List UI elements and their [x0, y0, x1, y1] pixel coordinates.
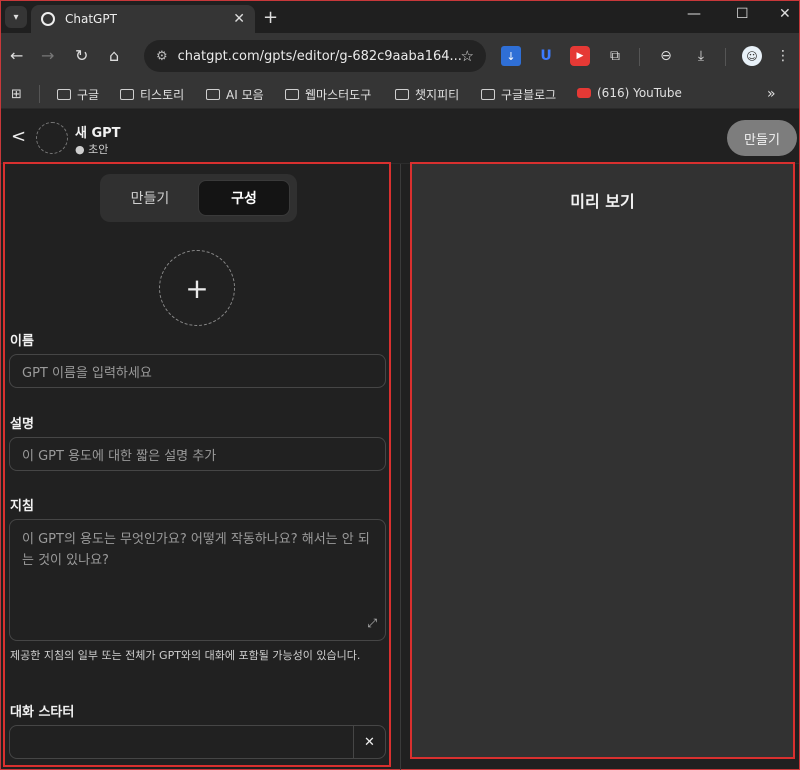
- bookmark-item[interactable]: (616) YouTube: [577, 86, 682, 100]
- browser-tab[interactable]: ChatGPT ✕: [31, 5, 255, 33]
- bookmark-item[interactable]: AI 모음: [206, 86, 264, 103]
- editor-header: < 새 GPT ● 초안 만들기: [1, 110, 799, 164]
- gpt-name: 새 GPT: [75, 126, 121, 141]
- youtube-extension-icon[interactable]: ▶: [570, 46, 590, 66]
- mode-toggle: 만들기 구성: [100, 174, 297, 222]
- tab-strip: ▾ ChatGPT ✕ + — ☐ ✕: [1, 1, 799, 33]
- folder-icon: [481, 89, 495, 100]
- more-menu-icon[interactable]: ⋮: [773, 46, 793, 66]
- back-arrow-icon[interactable]: <: [11, 126, 26, 147]
- conversation-starter-label: 대화 스타터: [10, 705, 75, 720]
- expand-icon[interactable]: ⤢: [367, 613, 377, 634]
- bookmarks-bar: ⊞ 구글 티스토리 AI 모음 웹마스터도구 챗지피티 구글블로그 (616) …: [1, 79, 799, 109]
- address-bar[interactable]: ⚙ chatgpt.com/gpts/editor/g-682c9aaba164…: [144, 40, 486, 72]
- instructions-label: 지침: [10, 499, 34, 514]
- home-icon[interactable]: ⌂: [109, 46, 119, 65]
- configure-panel: 만들기 구성 + 이름 GPT 이름을 입력하세요 설명 이 GPT 용도에 대…: [3, 162, 391, 767]
- tab-search-button[interactable]: ▾: [5, 6, 27, 28]
- folder-icon: [120, 89, 134, 100]
- bookmark-item[interactable]: 구글블로그: [481, 86, 556, 103]
- tab-close-icon[interactable]: ✕: [233, 11, 245, 27]
- panel-divider[interactable]: [400, 164, 401, 770]
- folder-icon: [206, 89, 220, 100]
- create-button[interactable]: 만들기: [727, 120, 797, 156]
- bookmarks-divider: [39, 85, 40, 103]
- tab-create[interactable]: 만들기: [104, 180, 196, 216]
- new-tab-button[interactable]: +: [263, 7, 278, 28]
- site-info-icon[interactable]: ⚙: [156, 49, 168, 64]
- tab-configure[interactable]: 구성: [198, 180, 290, 216]
- description-label: 설명: [10, 417, 34, 432]
- back-icon[interactable]: ←: [10, 46, 23, 65]
- minimize-icon[interactable]: —: [687, 6, 701, 22]
- preview-title: 미리 보기: [570, 192, 635, 211]
- extensions-icon[interactable]: ⧉: [605, 46, 625, 66]
- folder-icon: [285, 89, 299, 100]
- bookmark-star-icon[interactable]: ☆: [461, 47, 474, 65]
- draft-status: ● 초안: [75, 143, 109, 156]
- conversation-starter-input[interactable]: ✕: [9, 725, 386, 759]
- profile-avatar[interactable]: ☺: [742, 46, 762, 66]
- maximize-icon[interactable]: ☐: [736, 6, 749, 22]
- url-text[interactable]: chatgpt.com/gpts/editor/g-682c9aaba164..…: [178, 49, 461, 64]
- browser-toolbar: ← → ↻ ⌂ ⚙ chatgpt.com/gpts/editor/g-682c…: [1, 33, 799, 79]
- folder-icon: [395, 89, 409, 100]
- more-bookmarks-icon[interactable]: »: [767, 86, 776, 102]
- clear-starter-icon[interactable]: ✕: [353, 726, 385, 758]
- add-image-button[interactable]: +: [159, 250, 235, 326]
- youtube-icon: [577, 88, 591, 98]
- tab-title: ChatGPT: [65, 12, 117, 26]
- instructions-placeholder: 이 GPT의 용도는 무엇인가요? 어떻게 작동하나요? 해서는 안 되는 것이…: [22, 532, 370, 568]
- forward-icon[interactable]: →: [41, 46, 54, 65]
- toolbar-divider: [725, 48, 726, 66]
- reload-icon[interactable]: ↻: [75, 46, 88, 65]
- instructions-note: 제공한 지침의 일부 또는 전체가 GPT와의 대화에 포함될 가능성이 있습니…: [10, 649, 361, 662]
- u-extension-icon[interactable]: U: [536, 46, 556, 66]
- name-label: 이름: [10, 334, 34, 349]
- bookmark-item[interactable]: 구글: [57, 86, 99, 103]
- chatgpt-favicon-icon: [41, 12, 55, 26]
- folder-icon: [57, 89, 71, 100]
- bookmark-item[interactable]: 챗지피티: [395, 86, 459, 103]
- instructions-textarea[interactable]: 이 GPT의 용도는 무엇인가요? 어떻게 작동하나요? 해서는 안 되는 것이…: [9, 519, 386, 641]
- name-input[interactable]: GPT 이름을 입력하세요: [9, 354, 386, 388]
- toolbar-divider: [639, 48, 640, 66]
- downloads-icon[interactable]: ⤓: [691, 46, 711, 66]
- apps-grid-icon[interactable]: ⊞: [11, 87, 22, 102]
- bookmark-item[interactable]: 웹마스터도구: [285, 86, 371, 103]
- description-input[interactable]: 이 GPT 용도에 대한 짧은 설명 추가: [9, 437, 386, 471]
- download-extension-icon[interactable]: ↓: [501, 46, 521, 66]
- gpt-avatar-placeholder[interactable]: [36, 122, 68, 154]
- window-close-icon[interactable]: ✕: [779, 6, 791, 22]
- bookmark-item[interactable]: 티스토리: [120, 86, 184, 103]
- incognito-icon[interactable]: ⊖: [656, 46, 676, 66]
- preview-panel: 미리 보기: [410, 162, 795, 759]
